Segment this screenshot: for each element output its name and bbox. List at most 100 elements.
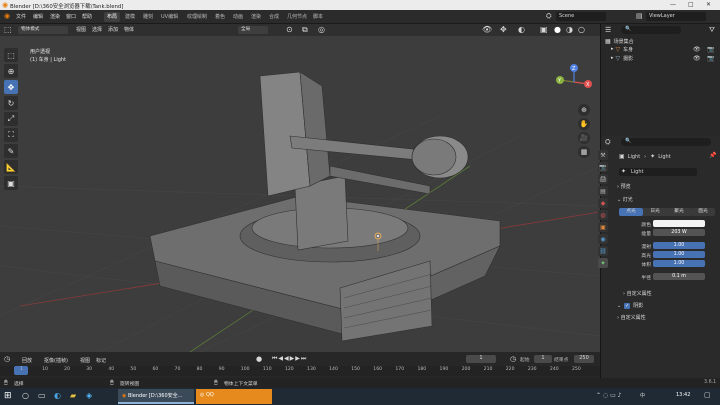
overlay-icon[interactable]: ◐ <box>518 25 525 34</box>
viewlayer-selector[interactable]: ViewLayer <box>646 12 706 21</box>
tab-modeling[interactable]: 建模 <box>122 12 138 22</box>
transform-tool-icon[interactable]: ⛶ <box>4 128 18 142</box>
cursor-tool-icon[interactable]: ⊕ <box>4 64 18 78</box>
scene-selector[interactable]: Scene <box>556 12 606 21</box>
start-frame-field[interactable]: 1 <box>534 355 552 363</box>
menu-window[interactable]: 窗口 <box>66 13 76 20</box>
proportional-edit-icon[interactable]: ◎ <box>318 25 325 34</box>
light-type-spot[interactable]: 聚光 <box>667 208 691 216</box>
snap-icon[interactable]: ⧉ <box>302 25 308 35</box>
tab-texture-paint[interactable]: 纹理绘制 <box>184 12 210 22</box>
task-view-icon[interactable]: ▭ <box>38 391 46 400</box>
tab-uv[interactable]: UV编辑 <box>158 12 181 22</box>
move-tool-icon[interactable]: ✥ <box>4 80 18 94</box>
section-custom-props[interactable]: › 自定义属性 <box>617 314 646 321</box>
end-frame-field[interactable]: 250 <box>574 355 594 363</box>
3d-viewport[interactable] <box>0 36 600 352</box>
section-preview[interactable]: › 预览 <box>617 183 631 190</box>
light-type-point[interactable]: 点光 <box>619 208 643 216</box>
tool-tab-icon[interactable]: ⚒ <box>598 150 608 160</box>
power-field[interactable]: 203 W <box>653 229 705 236</box>
constraints-tab-icon[interactable]: ⛓ <box>598 246 608 256</box>
visibility-eye-icon[interactable]: 👁 <box>693 46 701 53</box>
vp-menu-object[interactable]: 物体 <box>124 26 134 33</box>
expand-chevron-icon[interactable]: ▸ <box>611 46 614 52</box>
tab-animation[interactable]: 动画 <box>230 12 246 22</box>
close-button[interactable]: ✕ <box>706 1 711 8</box>
notification-icon[interactable]: ▢ <box>704 391 711 399</box>
render-tab-icon[interactable]: 📷 <box>598 162 608 172</box>
blender-menu-icon[interactable]: ◉ <box>4 12 10 20</box>
properties-search[interactable]: 🔍 <box>621 138 711 146</box>
store-icon[interactable]: ◈ <box>86 391 92 400</box>
timeline-ruler[interactable]: 1 10 20 30 40 50 60 70 80 90 100 110 120 130 140 150 160… <box>0 366 600 376</box>
expand-chevron-icon[interactable]: ▸ <box>611 55 614 61</box>
outliner-scene-collection[interactable]: ▦ 场景集合 <box>605 37 717 45</box>
search-icon[interactable]: ○ <box>22 391 29 400</box>
input-lang[interactable]: 中 <box>640 392 645 399</box>
viewport-canvas[interactable] <box>0 36 600 352</box>
playback-controls-icon[interactable]: ⏮◀◀▶▶⏭ <box>272 355 307 363</box>
editor-type-icon[interactable]: ⬚ <box>4 25 12 34</box>
physics-tab-icon[interactable]: ◉ <box>598 234 608 244</box>
pin-icon[interactable]: 📌 <box>709 152 716 159</box>
timeline-editor-icon[interactable]: ◷ <box>4 355 10 363</box>
light-data-tab-icon[interactable]: ✦ <box>598 258 608 268</box>
select-box-tool-icon[interactable]: ⬚ <box>4 48 18 62</box>
section-shadow[interactable]: ⌄ ✓ 阴影 <box>617 302 643 309</box>
xray-icon[interactable]: ▣ <box>540 25 548 34</box>
menu-help[interactable]: 帮助 <box>82 13 92 20</box>
diffuse-field[interactable]: 1.00 <box>653 242 705 249</box>
pan-hand-icon[interactable]: ✋ <box>578 118 590 130</box>
rendered-shading-icon[interactable]: ○ <box>578 25 585 34</box>
light-type-area[interactable]: 面光 <box>691 208 715 216</box>
scale-tool-icon[interactable]: ⤢ <box>4 112 18 126</box>
explorer-icon[interactable]: ▰ <box>70 391 76 400</box>
vp-menu-select[interactable]: 选择 <box>92 26 102 33</box>
section-light[interactable]: ⌄ 灯光 <box>617 196 633 203</box>
taskbar-app-qq[interactable]: ◎ QQ <box>196 389 272 404</box>
taskbar-app-blender[interactable]: ◉ Blender [D:\360安全... <box>118 389 194 404</box>
tray-icons[interactable]: ⌃ ◌ ▭ ♪ <box>596 392 621 399</box>
grid-ortho-icon[interactable]: ▦ <box>578 146 590 158</box>
pivot-icon[interactable]: ⊙ <box>286 25 293 34</box>
preview-range-icon[interactable]: ◷ <box>510 355 516 363</box>
rotate-tool-icon[interactable]: ↻ <box>4 96 18 110</box>
tab-rendering[interactable]: 渲染 <box>248 12 264 22</box>
render-camera-icon[interactable]: 📷 <box>707 46 714 53</box>
minimize-button[interactable]: — <box>670 1 676 8</box>
object-tab-icon[interactable]: ▣ <box>598 222 608 232</box>
visibility-eye-icon[interactable]: 👁 <box>693 55 701 62</box>
windows-start-icon[interactable]: ⊞ <box>4 391 12 401</box>
light-type-sun[interactable]: 日光 <box>643 208 667 216</box>
vp-menu-add[interactable]: 添加 <box>108 26 118 33</box>
menu-file[interactable]: 文件 <box>16 13 26 20</box>
tab-sculpting[interactable]: 雕刻 <box>140 12 156 22</box>
view-layer-tab-icon[interactable]: ▤ <box>598 186 608 196</box>
output-tab-icon[interactable]: 🖨 <box>598 174 608 184</box>
scene-tab-icon[interactable]: ◆ <box>598 198 608 208</box>
measure-tool-icon[interactable]: 📐 <box>4 160 18 174</box>
add-cube-tool-icon[interactable]: ▣ <box>4 176 18 190</box>
properties-editor-icon[interactable]: ⛭ <box>605 138 611 147</box>
tab-layout[interactable]: 布局 <box>104 12 121 22</box>
current-frame-field[interactable]: 1 <box>466 355 496 363</box>
mode-selector[interactable]: 物体模式 <box>18 26 68 34</box>
menu-render[interactable]: 渲染 <box>50 13 60 20</box>
vp-menu-view[interactable]: 视图 <box>76 26 86 33</box>
visibility-icon[interactable]: 👁 <box>482 25 492 34</box>
world-tab-icon[interactable]: ◍ <box>598 210 608 220</box>
shadow-checkbox[interactable]: ✓ <box>624 302 631 309</box>
gizmo-toggle-icon[interactable]: ✥ <box>500 25 507 34</box>
outliner-editor-icon[interactable]: ☰ <box>605 26 611 34</box>
datablock-field[interactable]: Light <box>619 168 697 176</box>
tab-scripting[interactable]: 脚本 <box>310 12 326 22</box>
outliner-item-1[interactable]: ▸ ▽ 摄影 👁 📷 <box>611 54 720 62</box>
material-shading-icon[interactable]: ◑ <box>566 25 573 34</box>
outliner-search[interactable]: 🔍 <box>621 26 681 34</box>
section-custom-props-sub[interactable]: › 自定义属性 <box>623 290 652 297</box>
timeline-menu-marker[interactable]: 标记 <box>96 357 106 364</box>
render-camera-icon[interactable]: 📷 <box>707 55 714 62</box>
tab-geometry-nodes[interactable]: 几何节点 <box>284 12 310 22</box>
solid-shading-icon[interactable]: ● <box>554 25 561 34</box>
